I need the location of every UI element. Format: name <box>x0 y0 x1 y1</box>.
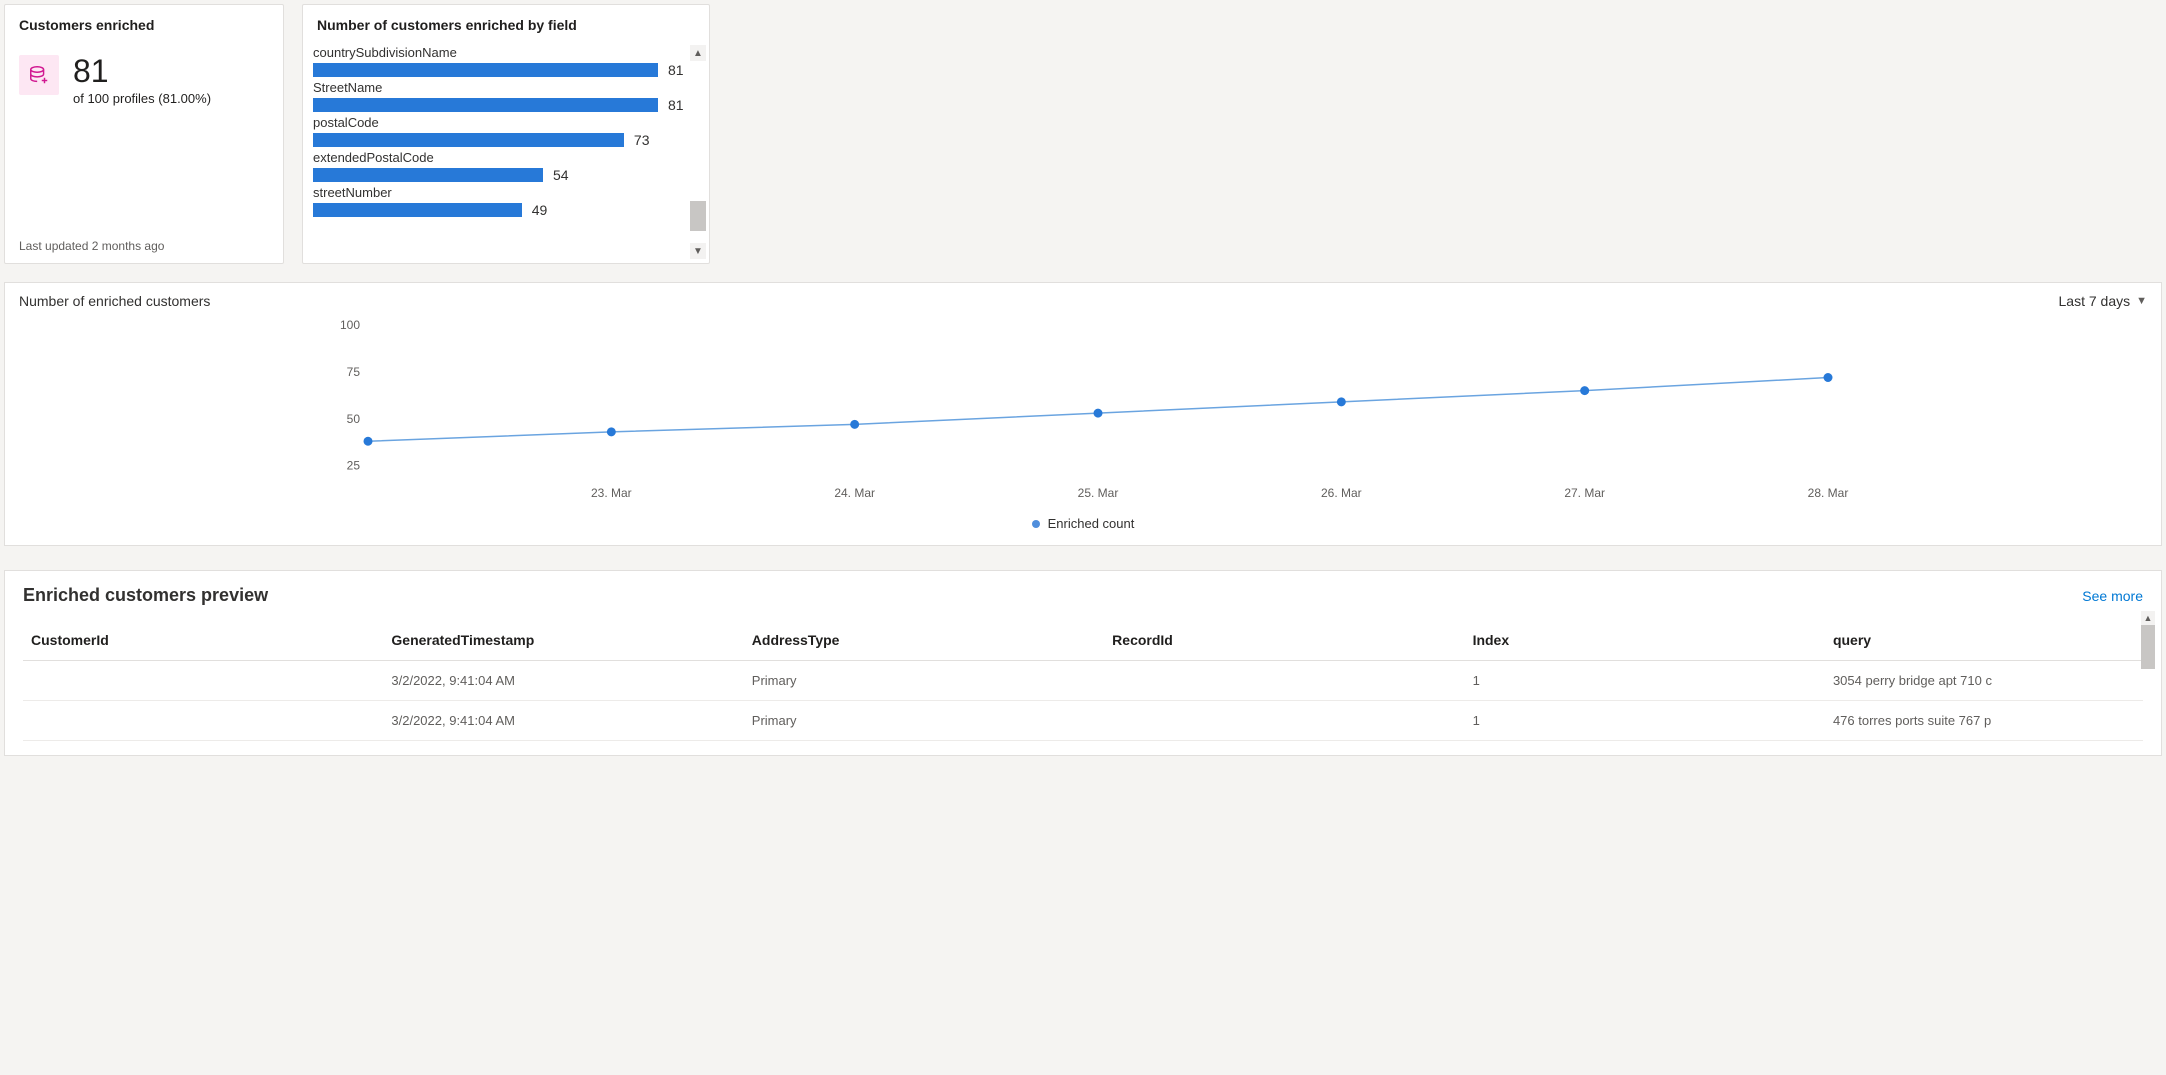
bar-label: StreetName <box>313 80 689 97</box>
bar-value: 81 <box>668 62 684 78</box>
bar-fill <box>313 203 522 217</box>
bar-fill <box>313 98 658 112</box>
bar-fill <box>313 63 658 77</box>
line-chart: 25 50 75 100 23. Mar 24. Mar 25. Mar 26. Mar 27.… <box>19 315 2147 508</box>
panel-title: Enriched customers preview <box>23 585 268 606</box>
cell: 1 <box>1465 661 1825 701</box>
bar-row: StreetName81 <box>313 80 689 113</box>
svg-text:50: 50 <box>347 412 361 426</box>
legend-label: Enriched count <box>1048 516 1135 531</box>
table-scroll-up-icon[interactable]: ▲ <box>2141 611 2155 625</box>
customers-enriched-card: Customers enriched 81 of 100 profiles (8… <box>4 4 284 264</box>
bar-value: 73 <box>634 132 650 148</box>
col-recordid[interactable]: RecordId <box>1104 620 1464 661</box>
see-more-link[interactable]: See more <box>2082 588 2143 604</box>
enriched-count: 81 <box>73 55 211 87</box>
cell: 3054 perry bridge apt 710 c <box>1825 661 2143 701</box>
chevron-down-icon: ▼ <box>2136 295 2147 307</box>
cell: Primary <box>744 661 1104 701</box>
svg-text:25: 25 <box>347 459 361 473</box>
scroll-up-button[interactable]: ▲ <box>690 45 706 61</box>
preview-table: CustomerId GeneratedTimestamp AddressTyp… <box>23 620 2143 741</box>
svg-text:100: 100 <box>340 318 360 332</box>
bar-value: 49 <box>532 202 548 218</box>
bar-row: countrySubdivisionName81 <box>313 45 689 78</box>
svg-text:28. Mar: 28. Mar <box>1808 486 1849 500</box>
enrichment-icon <box>19 55 59 95</box>
table-row[interactable]: 3/2/2022, 9:41:04 AMPrimary 1476 torres p… <box>23 701 2143 741</box>
svg-text:24. Mar: 24. Mar <box>834 486 875 500</box>
bar-chart: countrySubdivisionName81StreetName81post… <box>313 45 709 218</box>
svg-text:27. Mar: 27. Mar <box>1564 486 1605 500</box>
col-customerid[interactable]: CustomerId <box>23 620 383 661</box>
bar-fill <box>313 168 543 182</box>
cell <box>23 661 383 701</box>
table-scrollbar-thumb[interactable] <box>2141 625 2155 669</box>
enriched-subtitle: of 100 profiles (81.00%) <box>73 91 211 106</box>
svg-text:23. Mar: 23. Mar <box>591 486 632 500</box>
scrollbar-thumb[interactable] <box>690 201 706 231</box>
bar-label: streetNumber <box>313 185 689 202</box>
card-title: Customers enriched <box>5 5 283 41</box>
bar-value: 54 <box>553 167 569 183</box>
svg-text:25. Mar: 25. Mar <box>1078 486 1119 500</box>
svg-text:26. Mar: 26. Mar <box>1321 486 1362 500</box>
col-addresstype[interactable]: AddressType <box>744 620 1104 661</box>
date-range-selector[interactable]: Last 7 days ▼ <box>2059 293 2148 309</box>
chart-legend: Enriched count <box>19 516 2147 531</box>
cell <box>1104 661 1464 701</box>
bar-label: extendedPostalCode <box>313 150 689 167</box>
bar-fill <box>313 133 624 147</box>
bar-row: postalCode73 <box>313 115 689 148</box>
panel-title: Number of enriched customers <box>19 293 210 309</box>
table-row[interactable]: 3/2/2022, 9:41:04 AMPrimary 13054 perry b… <box>23 661 2143 701</box>
svg-text:75: 75 <box>347 365 361 379</box>
date-range-label: Last 7 days <box>2059 293 2131 309</box>
card-title: Number of customers enriched by field <box>303 5 709 41</box>
enriched-by-field-card: Number of customers enriched by field ▲ … <box>302 4 710 264</box>
bar-value: 81 <box>668 97 684 113</box>
cell: 3/2/2022, 9:41:04 AM <box>383 661 743 701</box>
scroll-down-button[interactable]: ▼ <box>690 243 706 259</box>
cell <box>23 701 383 741</box>
enriched-over-time-panel: Number of enriched customers Last 7 days… <box>4 282 2162 546</box>
cell: Primary <box>744 701 1104 741</box>
bar-row: extendedPostalCode54 <box>313 150 689 183</box>
cell: 476 torres ports suite 767 p <box>1825 701 2143 741</box>
col-index[interactable]: Index <box>1465 620 1825 661</box>
col-query[interactable]: query <box>1825 620 2143 661</box>
cell <box>1104 701 1464 741</box>
cell: 1 <box>1465 701 1825 741</box>
last-updated-text: Last updated 2 months ago <box>5 231 283 263</box>
col-generatedtimestamp[interactable]: GeneratedTimestamp <box>383 620 743 661</box>
enriched-preview-panel: Enriched customers preview See more ▲ Cu… <box>4 570 2162 756</box>
legend-marker-icon <box>1032 520 1040 528</box>
bar-row: streetNumber49 <box>313 185 689 218</box>
bar-label: postalCode <box>313 115 689 132</box>
bar-label: countrySubdivisionName <box>313 45 689 62</box>
cell: 3/2/2022, 9:41:04 AM <box>383 701 743 741</box>
